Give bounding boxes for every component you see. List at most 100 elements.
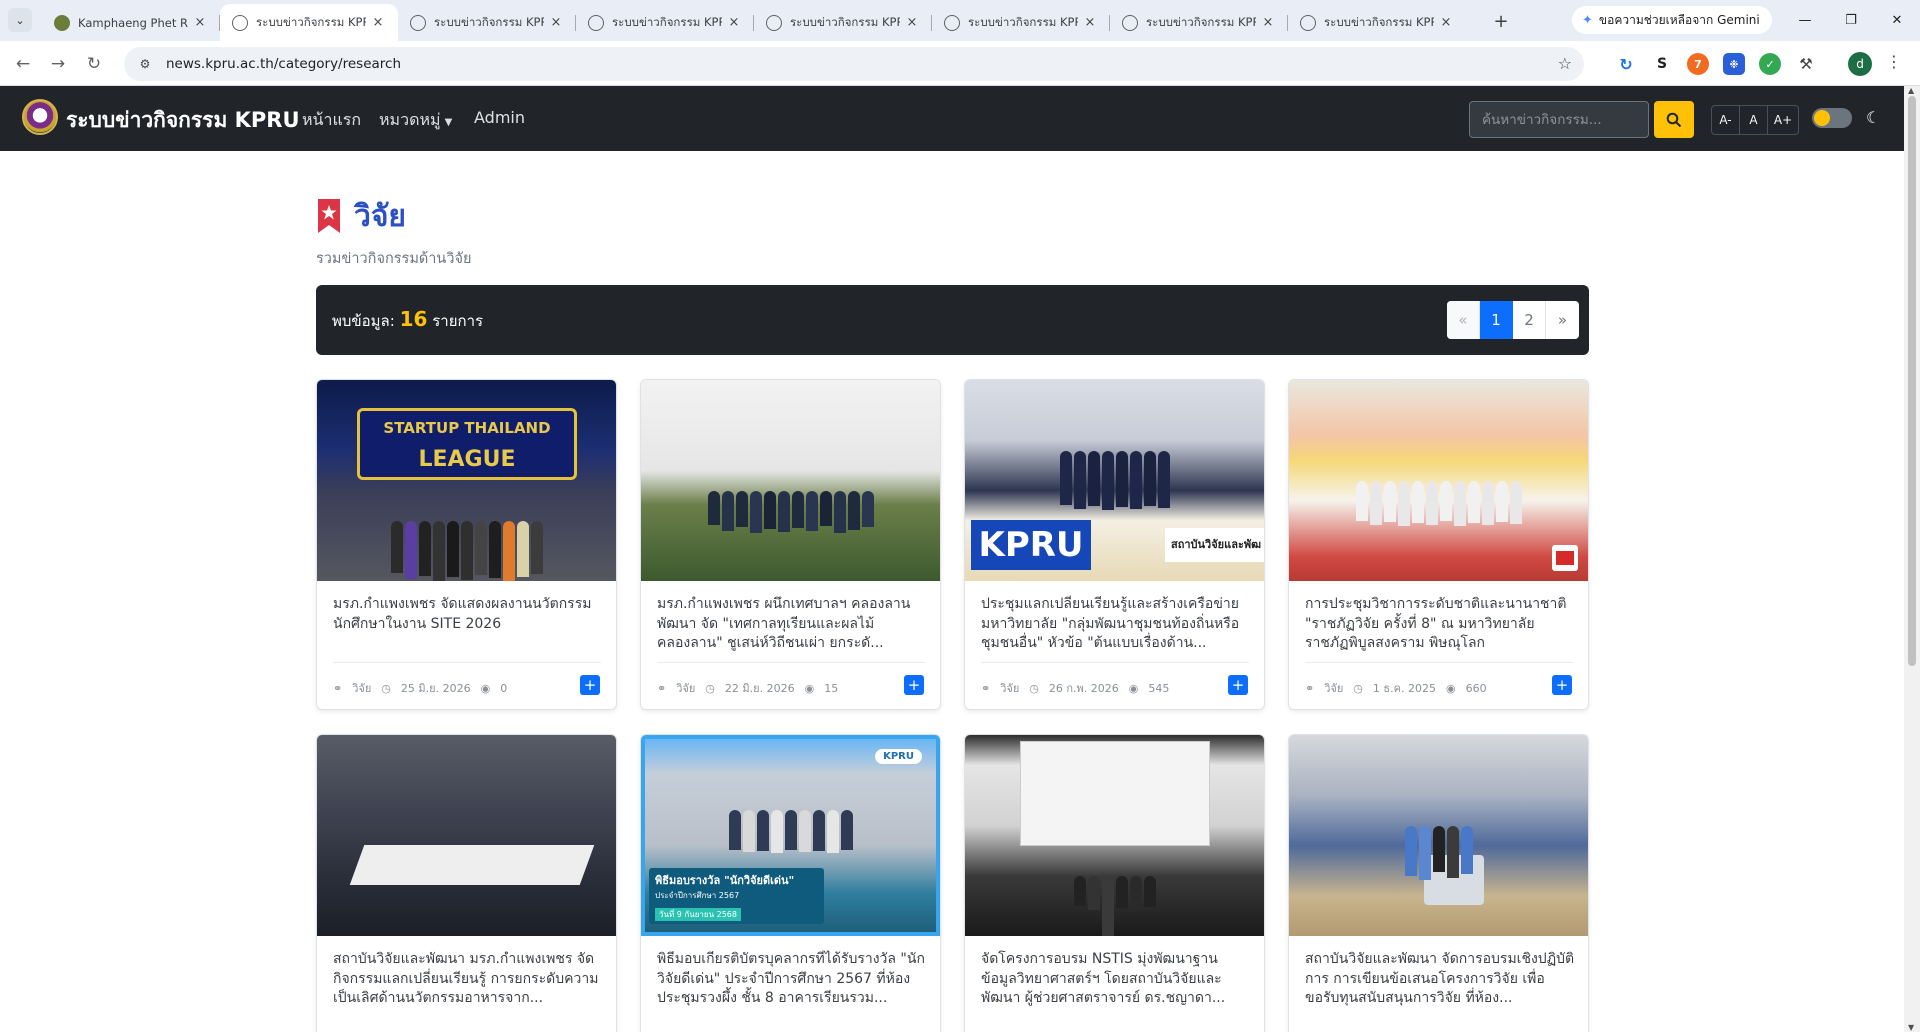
- bookmark-star-icon[interactable]: ☆: [1558, 54, 1572, 73]
- browser-tab[interactable]: ระบบข่าวกิจกรรม KPRU ×: [1110, 4, 1288, 41]
- pagination-page-2[interactable]: 2: [1513, 301, 1546, 339]
- page-scrollbar[interactable]: ▲ ▼: [1904, 86, 1920, 1032]
- add-button[interactable]: +: [580, 675, 600, 695]
- reload-button[interactable]: ↻: [80, 50, 108, 78]
- browser-tab[interactable]: ระบบข่าวกิจกรรม KPRU ×: [754, 4, 932, 41]
- site-brand[interactable]: ระบบข่าวกิจกรรม KPRU: [66, 104, 300, 137]
- add-button[interactable]: +: [1228, 675, 1248, 695]
- address-bar[interactable]: ⚙ news.kpru.ac.th/category/research ☆: [124, 47, 1584, 81]
- font-reset-button[interactable]: A: [1740, 106, 1768, 134]
- blue-extension-icon[interactable]: ❉: [1723, 53, 1745, 75]
- add-button[interactable]: +: [1552, 675, 1572, 695]
- back-button[interactable]: ←: [9, 50, 37, 78]
- news-image[interactable]: [641, 380, 940, 581]
- restore-button[interactable]: ❐: [1828, 6, 1874, 34]
- close-tab-icon[interactable]: ×: [726, 15, 742, 30]
- green-extension-icon[interactable]: ✓: [1759, 53, 1781, 75]
- scroll-up-icon[interactable]: ▲: [1908, 86, 1914, 95]
- news-title[interactable]: มรภ.กำแพงเพชร ผนึกเทศบาลฯ คลองลานพัฒนา จ…: [657, 595, 927, 654]
- url-text: news.kpru.ac.th/category/research: [166, 56, 402, 72]
- news-image[interactable]: [317, 735, 616, 936]
- news-date: 22 มิ.ย. 2026: [724, 682, 795, 695]
- new-tab-button[interactable]: +: [1488, 8, 1514, 34]
- tag-icon: ⚭: [1305, 681, 1315, 695]
- tab-search-button[interactable]: ⌄: [8, 8, 32, 32]
- news-title[interactable]: พิธีมอบเกียรติบัตรบุคลากรที่ได้รับรางวัล…: [657, 950, 927, 1009]
- site-info-icon[interactable]: ⚙: [134, 53, 156, 75]
- plus-icon: +: [583, 675, 597, 694]
- search-button[interactable]: [1654, 101, 1694, 138]
- news-tag: วิจัย: [1000, 682, 1020, 695]
- dark-mode-toggle[interactable]: [1812, 108, 1852, 128]
- news-title[interactable]: จัดโครงการอบรม NSTIS มุ่งพัฒนาฐานข้อมูลว…: [981, 950, 1251, 1009]
- browser-tab[interactable]: Kamphaeng Phet Ra ×: [42, 4, 220, 41]
- news-search-input[interactable]: [1469, 101, 1649, 138]
- news-card[interactable]: KPRU พิธีมอบรางวัล "นักวิจัยดีเด่น" ประจ…: [640, 734, 941, 1032]
- orange-extension-icon[interactable]: 7: [1687, 53, 1709, 75]
- sync-extension-icon[interactable]: ↻: [1615, 53, 1637, 75]
- font-decrease-button[interactable]: A-: [1712, 106, 1740, 134]
- close-window-button[interactable]: ✕: [1874, 6, 1920, 34]
- close-tab-icon[interactable]: ×: [370, 15, 386, 30]
- news-image[interactable]: [1289, 735, 1588, 936]
- browser-tab[interactable]: ระบบข่าวกิจกรรม KPRU ×: [1288, 4, 1466, 41]
- kpru-banner: KPRU: [971, 520, 1091, 570]
- close-tab-icon[interactable]: ×: [192, 15, 208, 30]
- forward-button[interactable]: →: [44, 50, 72, 78]
- close-tab-icon[interactable]: ×: [1260, 15, 1276, 30]
- news-image[interactable]: KPRU สถาบันวิจัยและพัฒ: [965, 380, 1264, 581]
- browser-tab-active[interactable]: ระบบข่าวกิจกรรม KPRU ×: [220, 4, 398, 41]
- news-image[interactable]: KPRU พิธีมอบรางวัล "นักวิจัยดีเด่น" ประจ…: [641, 735, 940, 936]
- kpru-logo[interactable]: [22, 99, 58, 135]
- nav-admin-link[interactable]: Admin: [474, 108, 525, 127]
- minimize-button[interactable]: —: [1782, 6, 1828, 34]
- news-card[interactable]: STARTUP THAILAND LEAGUE มรภ.กำแพงเพชร จัด…: [316, 379, 617, 710]
- news-image[interactable]: [965, 735, 1264, 936]
- s-extension-icon[interactable]: S: [1651, 53, 1673, 75]
- news-card[interactable]: สถาบันวิจัยและพัฒนา จัดการอบรมเชิงปฏิบัต…: [1288, 734, 1589, 1032]
- news-title[interactable]: มรภ.กำแพงเพชร จัดแสดงผลงานนวัตกรรมนักศึก…: [333, 595, 603, 654]
- close-tab-icon[interactable]: ×: [1438, 15, 1454, 30]
- results-label: พบข้อมูล:: [332, 312, 395, 330]
- scrollbar-thumb[interactable]: [1908, 96, 1916, 666]
- pagination-page-1[interactable]: 1: [1480, 301, 1513, 339]
- news-title[interactable]: ประชุมแลกเปลี่ยนเรียนรู้และสร้างเครือข่า…: [981, 595, 1251, 654]
- news-card[interactable]: มรภ.กำแพงเพชร ผนึกเทศบาลฯ คลองลานพัฒนา จ…: [640, 379, 941, 710]
- browser-tab-strip: ⌄ Kamphaeng Phet Ra × ระบบข่าวกิจกรรม KP…: [0, 0, 1920, 41]
- news-card[interactable]: การประชุมวิชาการระดับชาติและนานาชาติ "รา…: [1288, 379, 1589, 710]
- close-tab-icon[interactable]: ×: [548, 15, 564, 30]
- news-title[interactable]: สถาบันวิจัยและพัฒนา จัดการอบรมเชิงปฏิบัต…: [1305, 950, 1575, 1009]
- tab-title: ระบบข่าวกิจกรรม KPRU: [256, 14, 366, 29]
- browser-tab[interactable]: ระบบข่าวกิจกรรม KPRU ×: [932, 4, 1110, 41]
- news-title[interactable]: สถาบันวิจัยและพัฒนา มรภ.กำแพงเพชร จัดกิจ…: [333, 950, 603, 1009]
- news-card[interactable]: จัดโครงการอบรม NSTIS มุ่งพัฒนาฐานข้อมูลว…: [964, 734, 1265, 1032]
- add-button[interactable]: +: [904, 675, 924, 695]
- close-tab-icon[interactable]: ×: [904, 15, 920, 30]
- news-meta: ⚭ วิจัย ◷ 26 ก.พ. 2026 ◉ 545: [981, 679, 1179, 697]
- browser-tab[interactable]: ระบบข่าวกิจกรรม KPRU ×: [576, 4, 754, 41]
- news-image[interactable]: [1289, 380, 1588, 581]
- plus-icon: +: [1555, 675, 1569, 694]
- pagination-prev[interactable]: «: [1447, 301, 1480, 339]
- news-card[interactable]: KPRU สถาบันวิจัยและพัฒ ประชุมแลกเปลี่ยนเ…: [964, 379, 1265, 710]
- more-menu-icon[interactable]: ⋮: [1884, 52, 1904, 76]
- news-card[interactable]: สถาบันวิจัยและพัฒนา มรภ.กำแพงเพชร จัดกิจ…: [316, 734, 617, 1032]
- scroll-down-icon[interactable]: ▼: [1908, 1023, 1914, 1032]
- gemini-button[interactable]: ✦ ขอความช่วยเหลือจาก Gemini: [1572, 6, 1772, 34]
- nav-home-link[interactable]: หน้าแรก: [302, 108, 361, 133]
- moon-icon: ☾: [1866, 108, 1881, 127]
- tab-title: ระบบข่าวกิจกรรม KPRU: [434, 14, 544, 29]
- eye-icon: ◉: [804, 681, 815, 695]
- font-increase-button[interactable]: A+: [1768, 106, 1798, 134]
- browser-tab[interactable]: ระบบข่าวกิจกรรม KPRU ×: [398, 4, 576, 41]
- nav-categories-dropdown[interactable]: หมวดหมู่ ▼: [379, 108, 452, 133]
- award-banner-date: วันที่ 9 กันยายน 2568: [655, 908, 741, 921]
- news-image[interactable]: STARTUP THAILAND LEAGUE: [317, 380, 616, 581]
- pagination-next[interactable]: »: [1546, 301, 1579, 339]
- projection-screen: [1020, 741, 1210, 846]
- news-title[interactable]: การประชุมวิชาการระดับชาติและนานาชาติ "รา…: [1305, 595, 1575, 654]
- close-tab-icon[interactable]: ×: [1082, 15, 1098, 30]
- extensions-puzzle-icon[interactable]: ⚒: [1795, 53, 1817, 75]
- profile-avatar[interactable]: d: [1848, 52, 1872, 76]
- close-icon: ✕: [1891, 12, 1903, 28]
